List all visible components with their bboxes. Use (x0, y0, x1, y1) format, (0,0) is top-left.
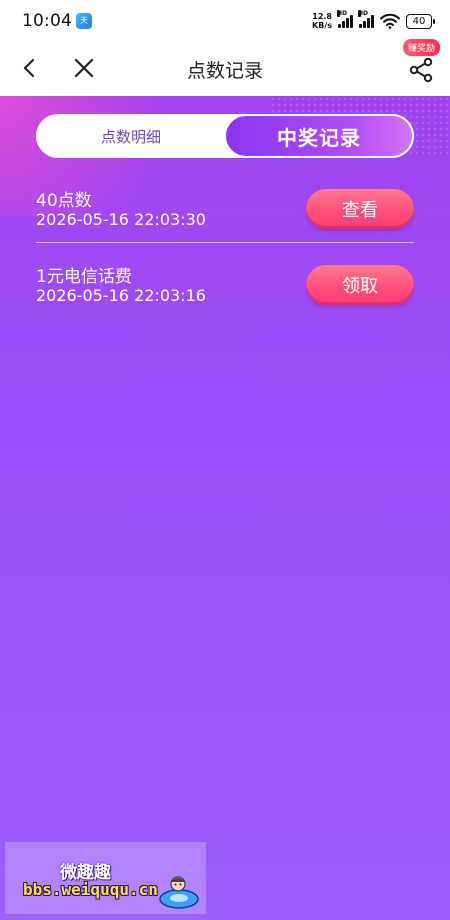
watermark-url: bbs.weiququ.cn (23, 880, 158, 899)
record-time: 2026-05-16 22:03:30 (36, 210, 206, 229)
weather-app-icon: 天 (76, 13, 92, 29)
status-left: 10:04 天 (22, 11, 92, 31)
tab-winning-records[interactable]: 中奖记录 (224, 114, 414, 158)
share-icon[interactable] (408, 56, 436, 84)
status-time: 10:04 (22, 11, 72, 31)
earn-reward-badge[interactable]: 赚奖励 (403, 39, 441, 56)
signal-hd-label-2: HD (358, 10, 369, 17)
signal-strength-icon: HD (337, 10, 353, 28)
mascot-swim-ring-icon (159, 876, 199, 909)
record-time: 2026-05-16 22:03:16 (36, 286, 206, 305)
nav-bar: 点数记录 赚奖励 (0, 39, 450, 96)
watermark: 微趣趣 bbs.weiququ.cn (5, 842, 206, 914)
record-item: 40点数 2026-05-16 22:03:30 查看 (36, 186, 414, 248)
wifi-icon (380, 13, 400, 29)
status-bar: 10:04 天 12.8 KB/s HD HD 40 (0, 0, 450, 42)
status-right: 12.8 KB/s HD HD 40 (312, 10, 435, 30)
network-speed-unit: KB/s (312, 21, 332, 30)
network-speed-value: 12.8 (312, 12, 332, 21)
signal-strength-icon-2: HD (358, 10, 374, 28)
records-panel: 点数明细 中奖记录 40点数 2026-05-16 22:03:30 查看 1元… (0, 96, 450, 920)
claim-button[interactable]: 领取 (306, 265, 414, 305)
tab-points-detail[interactable]: 点数明细 (36, 114, 226, 158)
view-button[interactable]: 查看 (306, 189, 414, 229)
record-name: 1元电信话费 (36, 267, 132, 287)
signal-hd-label: HD (337, 10, 348, 17)
record-divider (36, 242, 414, 243)
page-title: 点数记录 (186, 60, 263, 82)
record-tabs: 点数明细 中奖记录 (36, 114, 414, 158)
record-item: 1元电信话费 2026-05-16 22:03:16 领取 (36, 262, 414, 324)
record-name: 40点数 (36, 191, 92, 211)
battery-indicator: 40 (406, 13, 435, 29)
network-speed: 12.8 KB/s (312, 12, 332, 30)
